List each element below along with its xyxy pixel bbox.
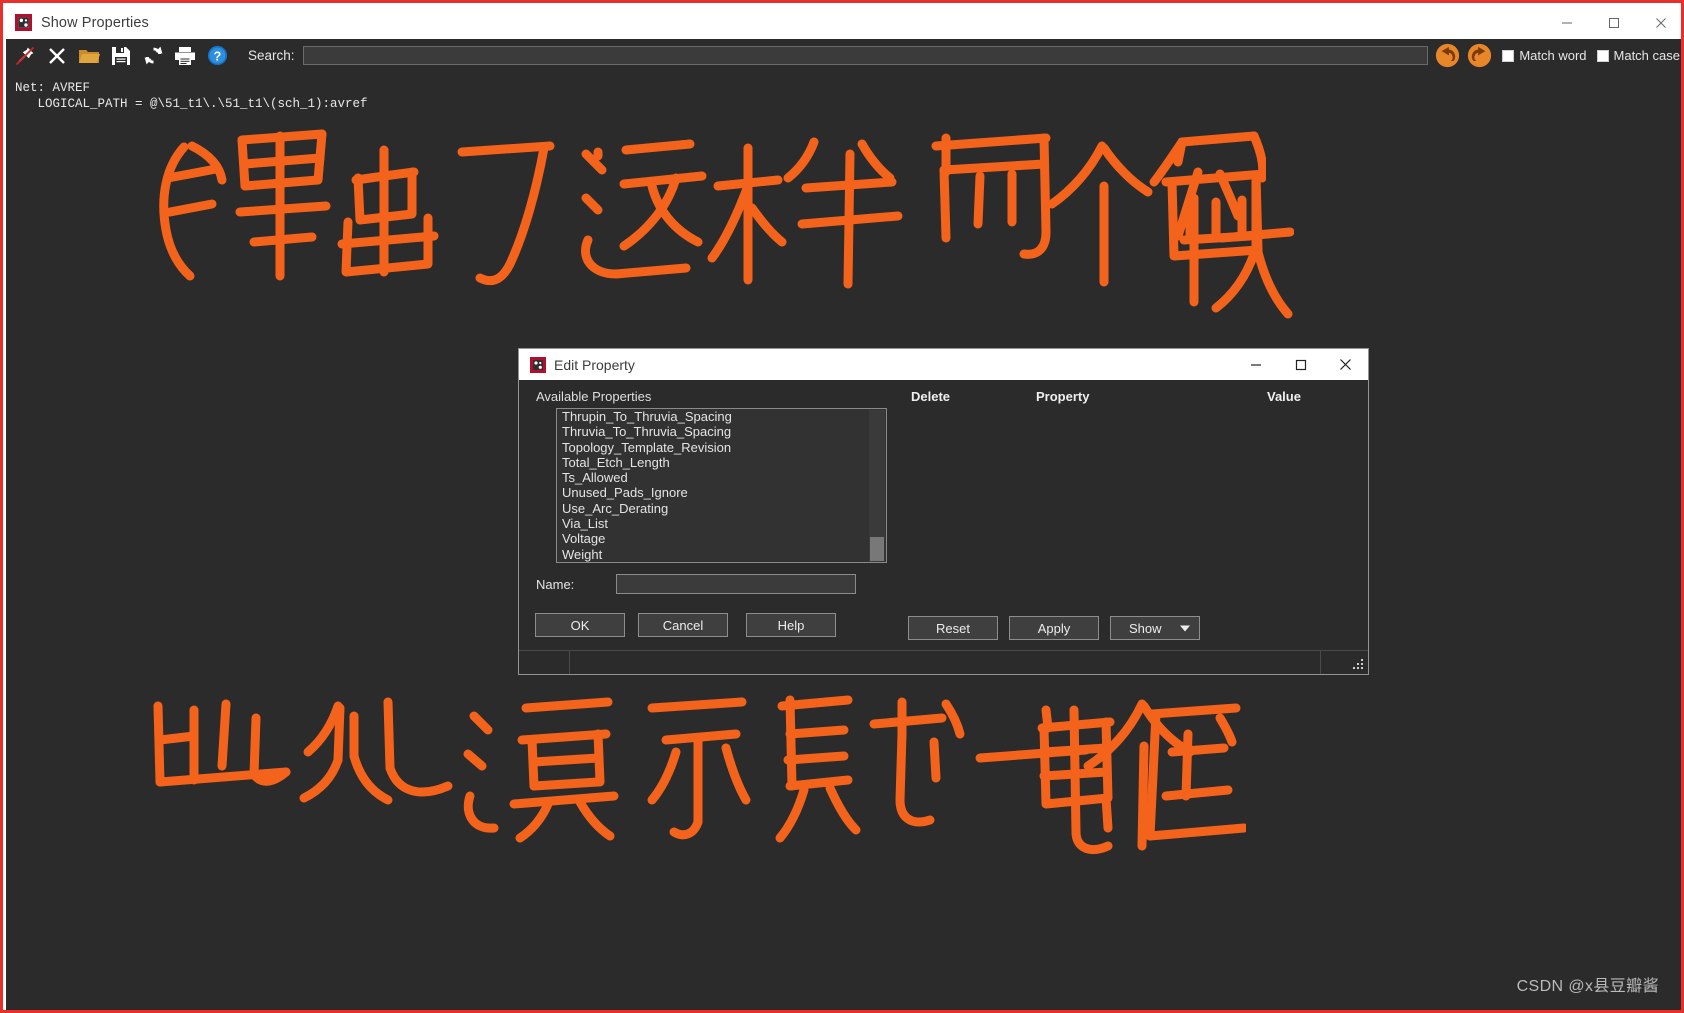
application-frame: Show Properties ? Search: Match word Mat…	[0, 0, 1684, 1013]
handwritten-annotation-bottom-dianya	[1037, 703, 1246, 854]
minimize-icon[interactable]	[1233, 349, 1278, 380]
close-icon[interactable]	[1323, 349, 1368, 380]
help-button[interactable]: Help	[746, 613, 836, 637]
main-window-titlebar: Show Properties	[6, 6, 1681, 39]
match-case-checkbox[interactable]: Match case	[1596, 48, 1680, 63]
dialog-body: Available Properties Thrupin_To_Thruvia_…	[519, 380, 1368, 651]
show-dropdown-button[interactable]: Show	[1110, 616, 1200, 640]
column-header-property: Property	[1036, 389, 1090, 404]
save-floppy-icon[interactable]	[106, 41, 136, 71]
dialog-statusbar	[519, 650, 1368, 674]
match-word-checkbox[interactable]: Match word	[1502, 48, 1587, 63]
toolbar: ? Search: Match word Match case	[6, 39, 1681, 72]
net-properties-text: Net: AVREF LOGICAL_PATH = @\51_t1\.\51_t…	[15, 81, 368, 111]
apply-button[interactable]: Apply	[1009, 616, 1099, 640]
statusbar-divider	[569, 651, 570, 674]
column-header-delete: Delete	[911, 389, 951, 404]
list-item[interactable]: Topology_Template_Revision	[557, 440, 886, 455]
csdn-watermark: CSDN @x县豆瓣酱	[1516, 978, 1659, 995]
search-label: Search:	[248, 48, 295, 63]
handwritten-annotation-top-char-ti	[1173, 167, 1294, 319]
list-item[interactable]: Thrupin_To_Thruvia_Spacing	[557, 409, 886, 424]
reset-button[interactable]: Reset	[908, 616, 998, 640]
list-item[interactable]: Weight	[557, 547, 886, 562]
list-item[interactable]: Use_Arc_Derating	[557, 501, 886, 516]
list-item[interactable]: Thruvia_To_Thruvia_Spacing	[557, 424, 886, 439]
maximize-icon[interactable]	[1590, 6, 1637, 39]
match-word-checkbox-box[interactable]	[1502, 49, 1515, 62]
chevron-down-icon	[1180, 621, 1190, 636]
close-icon[interactable]	[1637, 6, 1681, 39]
listbox-scrollbar-thumb[interactable]	[870, 537, 884, 561]
help-icon[interactable]: ?	[202, 41, 232, 71]
properties-content-area[interactable]: Net: AVREF LOGICAL_PATH = @\51_t1\.\51_t…	[6, 72, 1681, 1010]
list-item[interactable]: Total_Etch_Length	[557, 455, 886, 470]
search-input[interactable]	[302, 46, 1429, 65]
match-case-label: Match case	[1613, 48, 1680, 63]
available-properties-listbox[interactable]: Thrupin_To_Thruvia_Spacing Thruvia_To_Th…	[556, 408, 887, 563]
folder-open-icon[interactable]	[74, 41, 104, 71]
maximize-icon[interactable]	[1278, 349, 1323, 380]
handwritten-annotation-bottom	[153, 695, 1195, 851]
refresh-icon[interactable]	[138, 41, 168, 71]
match-case-checkbox-box[interactable]	[1596, 49, 1609, 62]
statusbar-divider-2	[1320, 651, 1321, 674]
column-header-value: Value	[1267, 389, 1301, 404]
show-dropdown-label: Show	[1129, 620, 1162, 636]
pin-disabled-icon[interactable]	[10, 41, 40, 71]
resize-grip-icon[interactable]	[1351, 658, 1364, 671]
dialog-titlebar[interactable]: Edit Property	[519, 349, 1368, 380]
ok-button[interactable]: OK	[535, 613, 625, 637]
dialog-window-controls	[1233, 349, 1368, 380]
svg-text:?: ?	[213, 49, 221, 63]
back-arrow-icon[interactable]	[1434, 43, 1460, 69]
forward-arrow-icon[interactable]	[1466, 43, 1492, 69]
close-x-icon[interactable]	[42, 41, 72, 71]
name-input[interactable]	[616, 574, 857, 594]
list-item[interactable]: Ts_Allowed	[557, 470, 886, 485]
list-item[interactable]: Voltage	[557, 531, 886, 546]
app-properties-icon	[15, 14, 32, 31]
list-item[interactable]: Via_List	[557, 516, 886, 531]
main-window-title: Show Properties	[41, 14, 149, 31]
list-item[interactable]: Unused_Pads_Ignore	[557, 485, 886, 500]
main-window-controls	[1543, 6, 1681, 39]
print-icon[interactable]	[170, 41, 200, 71]
listbox-scrollbar[interactable]	[869, 410, 885, 562]
edit-property-dialog[interactable]: Edit Property Available Properties Thrup…	[519, 349, 1368, 674]
cancel-button[interactable]: Cancel	[638, 613, 728, 637]
available-properties-label: Available Properties	[536, 389, 652, 404]
match-word-label: Match word	[1519, 48, 1587, 63]
minimize-icon[interactable]	[1543, 6, 1590, 39]
name-field-row: Name:	[536, 574, 857, 594]
dialog-title: Edit Property	[554, 356, 635, 373]
name-label: Name:	[536, 576, 575, 592]
app-properties-icon	[530, 356, 546, 373]
handwritten-annotation-top	[159, 129, 1266, 289]
